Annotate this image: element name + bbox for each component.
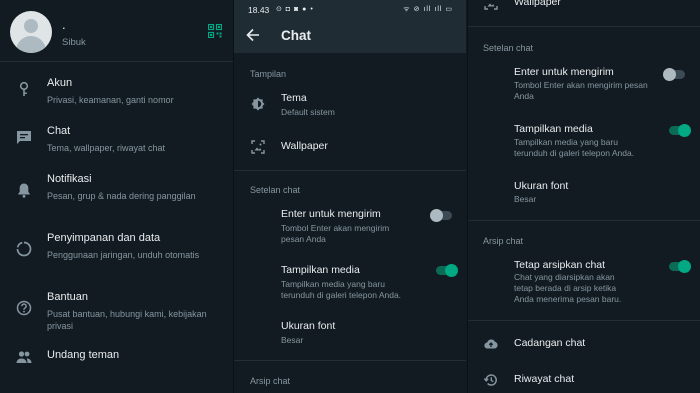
avatar[interactable]: [10, 11, 52, 53]
wallpaper-icon: [484, 0, 498, 10]
setting-subtitle: Default sistem: [281, 107, 335, 117]
section-header-chat-settings: Setelan chat: [483, 43, 534, 53]
setting-title: Tema: [281, 92, 307, 104]
setting-subtitle: Besar: [281, 335, 304, 345]
qr-code-icon[interactable]: [208, 24, 222, 38]
chat-settings-panel: 18.43 ⊙ ◘ ◙ ● • ᯤ ⊘ ıll ıll ▭ Chat Tampi…: [233, 0, 466, 393]
setting-title: Enter untuk mengirim: [281, 208, 381, 220]
wallpaper-icon: [251, 140, 265, 154]
divider: [234, 360, 466, 361]
system-icons: ᯤ ⊘ ıll ıll ▭: [403, 6, 453, 13]
arrow-left-icon[interactable]: [246, 28, 260, 42]
menu-item-title: Undang teman: [47, 349, 120, 361]
menu-item-subtitle: Privasi, keamanan, ganti nomor: [47, 95, 174, 105]
menu-item-subtitle: Pesan, grup & nada dering panggilan: [47, 191, 196, 201]
profile-name: .: [62, 17, 66, 32]
chat-icon: [17, 131, 31, 144]
storage-icon: [16, 241, 32, 257]
profile-status: Sibuk: [62, 37, 86, 48]
divider: [0, 61, 233, 62]
menu-item-title: Akun: [47, 77, 73, 89]
menu-item-title: Bantuan: [47, 291, 88, 303]
setting-title: Tampilkan media: [514, 123, 593, 135]
divider: [234, 170, 466, 171]
setting-title: Tampilkan media: [281, 264, 360, 276]
notification-icons: ⊙ ◘ ◙ ● •: [276, 6, 314, 13]
media-visibility-toggle[interactable]: [669, 123, 691, 137]
section-header-display: Tampilan: [250, 69, 287, 79]
people-icon: [16, 351, 32, 363]
section-header-archive: Arsip chat: [250, 376, 291, 386]
brightness-icon: [251, 97, 265, 111]
app-bar: Chat: [234, 20, 466, 53]
setting-title: Riwayat chat: [514, 373, 575, 385]
setting-title: Wallpaper: [514, 0, 561, 8]
setting-title: Ukuran font: [281, 320, 336, 332]
setting-subtitle: Tampilkan media yang baru terunduh di ga…: [281, 279, 402, 300]
chat-settings-panel-scrolled: Wallpaper Setelan chat Enter untuk mengi…: [467, 0, 700, 393]
menu-item-title: Penyimpanan dan data: [47, 232, 161, 244]
clock: 18.43: [248, 5, 270, 15]
menu-item-title: Notifikasi: [47, 173, 92, 185]
menu-item-subtitle: Penggunaan jaringan, unduh otomatis: [47, 250, 200, 260]
divider: [468, 220, 700, 221]
enter-send-toggle[interactable]: [663, 67, 685, 81]
divider: [468, 320, 700, 321]
setting-subtitle: Chat yang diarsipkan akan tetap berada d…: [514, 272, 622, 304]
setting-title: Enter untuk mengirim: [514, 66, 614, 78]
page-title: Chat: [281, 28, 311, 43]
setting-title: Wallpaper: [281, 140, 328, 152]
media-visibility-toggle[interactable]: [436, 263, 458, 277]
enter-send-toggle[interactable]: [430, 208, 452, 222]
history-icon: [484, 374, 497, 386]
bell-icon: [18, 183, 30, 198]
key-icon: [19, 81, 29, 96]
setting-title: Ukuran font: [514, 180, 569, 192]
setting-subtitle: Tampilkan media yang baru terunduh di ga…: [514, 137, 635, 158]
profile-header[interactable]: . Sibuk: [0, 0, 233, 62]
status-bar: 18.43 ⊙ ◘ ◙ ● • ᯤ ⊘ ıll ıll ▭: [234, 0, 466, 20]
keep-archived-toggle[interactable]: [669, 259, 691, 273]
settings-panel: . Sibuk Akun Privasi, keamanan, ganti no…: [0, 0, 233, 393]
cloud-upload-icon: [484, 339, 498, 349]
menu-item-subtitle: Tema, wallpaper, riwayat chat: [47, 143, 166, 153]
menu-item-title: Chat: [47, 125, 71, 137]
section-header-chat-settings: Setelan chat: [250, 185, 301, 195]
setting-subtitle: Tombol Enter akan mengirim pesan Anda: [281, 223, 390, 244]
setting-subtitle: Besar: [514, 194, 537, 204]
setting-title: Tetap arsipkan chat: [514, 259, 606, 271]
divider: [468, 26, 700, 27]
setting-subtitle: Tombol Enter akan mengirim pesan Anda: [514, 80, 648, 101]
section-header-archive: Arsip chat: [483, 236, 524, 246]
setting-title: Cadangan chat: [514, 337, 586, 349]
menu-item-subtitle: Pusat bantuan, hubungi kami, kebijakan p…: [47, 309, 207, 331]
help-icon: [16, 300, 32, 316]
